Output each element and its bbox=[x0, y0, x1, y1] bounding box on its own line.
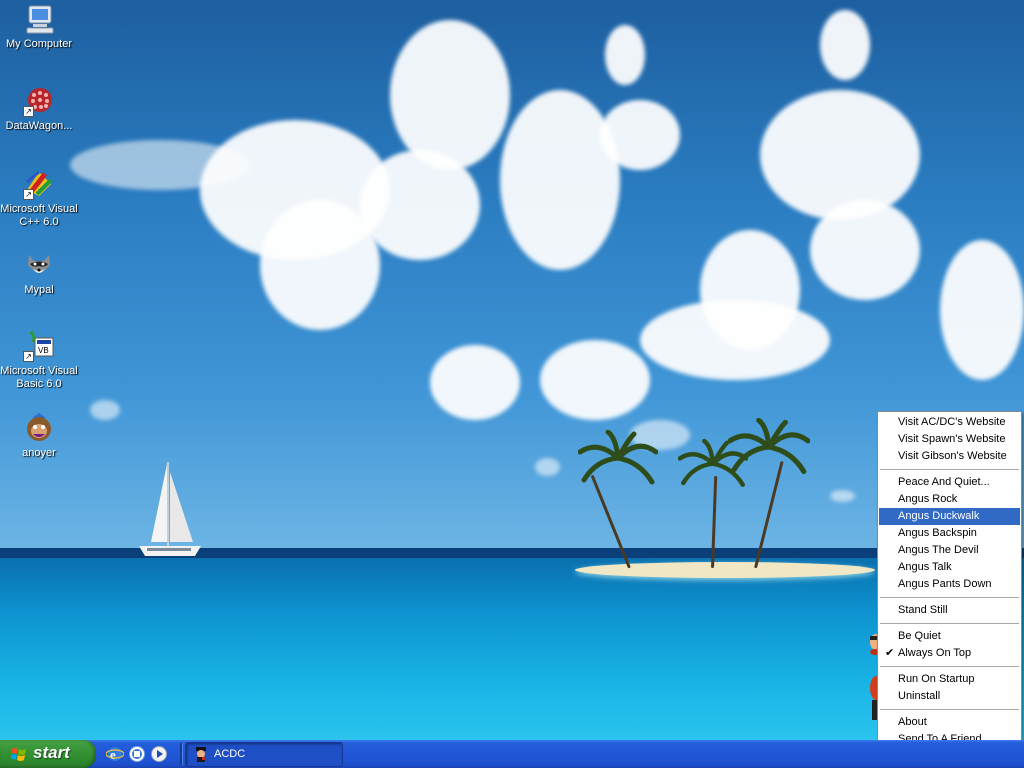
menu-item-angus-talk[interactable]: Angus Talk bbox=[879, 559, 1020, 576]
checkmark-icon: ✔ bbox=[885, 647, 895, 659]
visual-cpp-icon: ↗ bbox=[23, 168, 55, 200]
sailboat bbox=[139, 462, 201, 556]
desktop-icon-datawagon[interactable]: ↗ DataWagon... bbox=[0, 85, 79, 133]
menu-item-label: Angus Pants Down bbox=[898, 578, 992, 590]
shortcut-arrow-icon: ↗ bbox=[23, 189, 34, 200]
cloud bbox=[360, 150, 480, 260]
desktop-icon-label: anoyer bbox=[22, 447, 56, 459]
menu-item-label: About bbox=[898, 716, 927, 728]
menu-item-label: Uninstall bbox=[898, 690, 941, 702]
quick-launch-bar: e bbox=[106, 745, 168, 763]
anoyer-monkey-icon bbox=[23, 412, 55, 444]
menu-item-be-quiet[interactable]: Be Quiet bbox=[879, 628, 1020, 645]
cloud bbox=[760, 90, 920, 220]
menu-item-label: Angus The Devil bbox=[898, 544, 979, 556]
menu-item-label: Peace And Quiet... bbox=[898, 476, 990, 488]
menu-separator bbox=[880, 709, 1019, 710]
menu-item-label: Angus Backspin bbox=[898, 527, 977, 539]
menu-item-visit-ac-dc-s-website[interactable]: Visit AC/DC's Website bbox=[879, 414, 1020, 431]
my-computer-icon bbox=[23, 3, 55, 35]
svg-text:e: e bbox=[110, 747, 116, 762]
menu-item-angus-duckwalk[interactable]: Angus Duckwalk bbox=[879, 508, 1020, 525]
menu-item-visit-spawn-s-website[interactable]: Visit Spawn's Website bbox=[879, 431, 1020, 448]
menu-item-run-on-startup[interactable]: Run On Startup bbox=[879, 671, 1020, 688]
palm-crown bbox=[578, 430, 658, 485]
taskbar: start e ACDC bbox=[0, 740, 1024, 768]
internet-explorer-icon[interactable]: e bbox=[106, 745, 124, 763]
cloud bbox=[540, 340, 650, 420]
desktop-icon-label: My Computer bbox=[5, 38, 73, 50]
taskbar-button-label: ACDC bbox=[214, 748, 246, 760]
shortcut-arrow-icon: ↗ bbox=[23, 106, 34, 117]
menu-item-label: Be Quiet bbox=[898, 630, 941, 642]
desktop-icon-visual-basic[interactable]: VB ↗ Microsoft Visual Basic 6.0 bbox=[0, 330, 79, 391]
menu-separator bbox=[880, 623, 1019, 624]
cloud bbox=[640, 300, 830, 380]
menu-item-peace-and-quiet[interactable]: Peace And Quiet... bbox=[879, 474, 1020, 491]
taskbar-separator bbox=[180, 743, 183, 765]
menu-separator bbox=[880, 666, 1019, 667]
menu-item-label: Angus Talk bbox=[898, 561, 952, 573]
cloud bbox=[600, 100, 680, 170]
menu-separator bbox=[880, 597, 1019, 598]
menu-item-label: Visit Gibson's Website bbox=[898, 450, 1007, 462]
cloud bbox=[500, 90, 620, 270]
menu-item-label: Visit AC/DC's Website bbox=[898, 416, 1006, 428]
desktop-icon-label: Microsoft Visual C++ 6.0 bbox=[0, 203, 78, 228]
palm-crown bbox=[728, 418, 810, 475]
cloud bbox=[390, 20, 510, 170]
menu-item-angus-the-devil[interactable]: Angus The Devil bbox=[879, 542, 1020, 559]
shortcut-arrow-icon: ↗ bbox=[23, 351, 34, 362]
menu-item-always-on-top[interactable]: ✔ Always On Top bbox=[879, 645, 1020, 662]
cloud bbox=[810, 200, 920, 300]
taskbar-button-acdc[interactable]: ACDC bbox=[185, 742, 343, 767]
desktop-icon-anoyer[interactable]: anoyer bbox=[0, 412, 79, 460]
menu-item-angus-backspin[interactable]: Angus Backspin bbox=[879, 525, 1020, 542]
menu-item-label: Angus Duckwalk bbox=[898, 510, 980, 522]
menu-item-about[interactable]: About bbox=[879, 714, 1020, 731]
desktop-icon-visual-cpp[interactable]: ↗ Microsoft Visual C++ 6.0 bbox=[0, 168, 79, 229]
cloud bbox=[605, 25, 645, 85]
menu-item-visit-gibson-s-website[interactable]: Visit Gibson's Website bbox=[879, 448, 1020, 465]
outlook-express-icon[interactable] bbox=[128, 745, 146, 763]
menu-item-label: Run On Startup bbox=[898, 673, 975, 685]
menu-item-stand-still[interactable]: Stand Still bbox=[879, 602, 1020, 619]
desktop-icon-mypal[interactable]: Mypal bbox=[0, 249, 79, 297]
menu-item-angus-pants-down[interactable]: Angus Pants Down bbox=[879, 576, 1020, 593]
svg-text:VB: VB bbox=[38, 346, 49, 355]
windows-logo-icon bbox=[11, 748, 26, 761]
mypal-raccoon-icon bbox=[23, 249, 55, 281]
menu-item-label: Angus Rock bbox=[898, 493, 958, 505]
start-label: start bbox=[33, 743, 70, 762]
menu-item-angus-rock[interactable]: Angus Rock bbox=[879, 491, 1020, 508]
menu-item-label: Stand Still bbox=[898, 604, 948, 616]
cloud bbox=[430, 345, 520, 420]
island-sand bbox=[575, 562, 875, 578]
visual-basic-icon: VB ↗ bbox=[23, 330, 55, 362]
start-button[interactable]: start bbox=[0, 740, 96, 768]
desktop-icon-label: Mypal bbox=[24, 284, 54, 296]
menu-item-uninstall[interactable]: Uninstall bbox=[879, 688, 1020, 705]
datawagon-icon: ↗ bbox=[23, 85, 55, 117]
desktop-icon-label: Microsoft Visual Basic 6.0 bbox=[0, 365, 78, 390]
windows-media-player-icon[interactable] bbox=[150, 745, 168, 763]
menu-item-label: Always On Top bbox=[898, 647, 972, 659]
desktop-icon-my-computer[interactable]: My Computer bbox=[0, 3, 79, 51]
cloud bbox=[940, 240, 1024, 380]
cloud bbox=[70, 140, 250, 190]
acdc-app-icon bbox=[196, 747, 206, 762]
tray-context-menu: Visit AC/DC's Website Visit Spawn's Websi… bbox=[877, 411, 1022, 768]
cloud bbox=[90, 400, 120, 420]
menu-item-label: Visit Spawn's Website bbox=[898, 433, 1006, 445]
cloud bbox=[830, 490, 855, 502]
desktop-icon-label: DataWagon... bbox=[5, 120, 73, 132]
cloud bbox=[820, 10, 870, 80]
cloud bbox=[535, 458, 560, 476]
menu-separator bbox=[880, 469, 1019, 470]
